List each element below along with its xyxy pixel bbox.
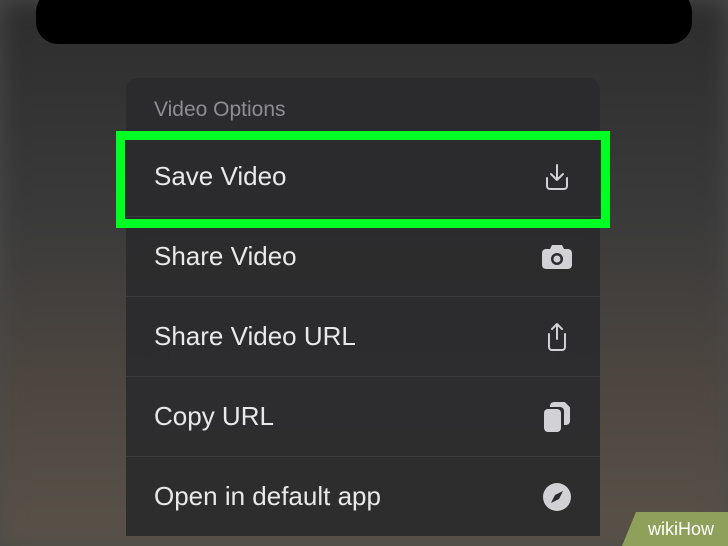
video-options-sheet: Video Options Save Video Share Video Sha… <box>126 78 600 536</box>
menu-item-open-default-app[interactable]: Open in default app <box>126 456 600 536</box>
menu-item-label: Open in default app <box>154 481 381 512</box>
menu-item-copy-url[interactable]: Copy URL <box>126 376 600 456</box>
copy-icon <box>542 402 572 432</box>
video-preview-frame <box>36 0 692 44</box>
download-icon <box>542 162 572 192</box>
menu-item-label: Share Video URL <box>154 321 356 352</box>
menu-item-label: Copy URL <box>154 401 274 432</box>
menu-item-share-video[interactable]: Share Video <box>126 216 600 296</box>
sheet-title: Video Options <box>126 78 600 136</box>
menu-item-share-video-url[interactable]: Share Video URL <box>126 296 600 376</box>
compass-icon <box>542 482 572 512</box>
watermark: wikiHow <box>622 512 728 546</box>
share-icon <box>542 322 572 352</box>
menu-item-save-video[interactable]: Save Video <box>126 136 600 216</box>
menu-item-label: Share Video <box>154 241 297 272</box>
camera-icon <box>542 242 572 272</box>
menu-item-label: Save Video <box>154 161 287 192</box>
